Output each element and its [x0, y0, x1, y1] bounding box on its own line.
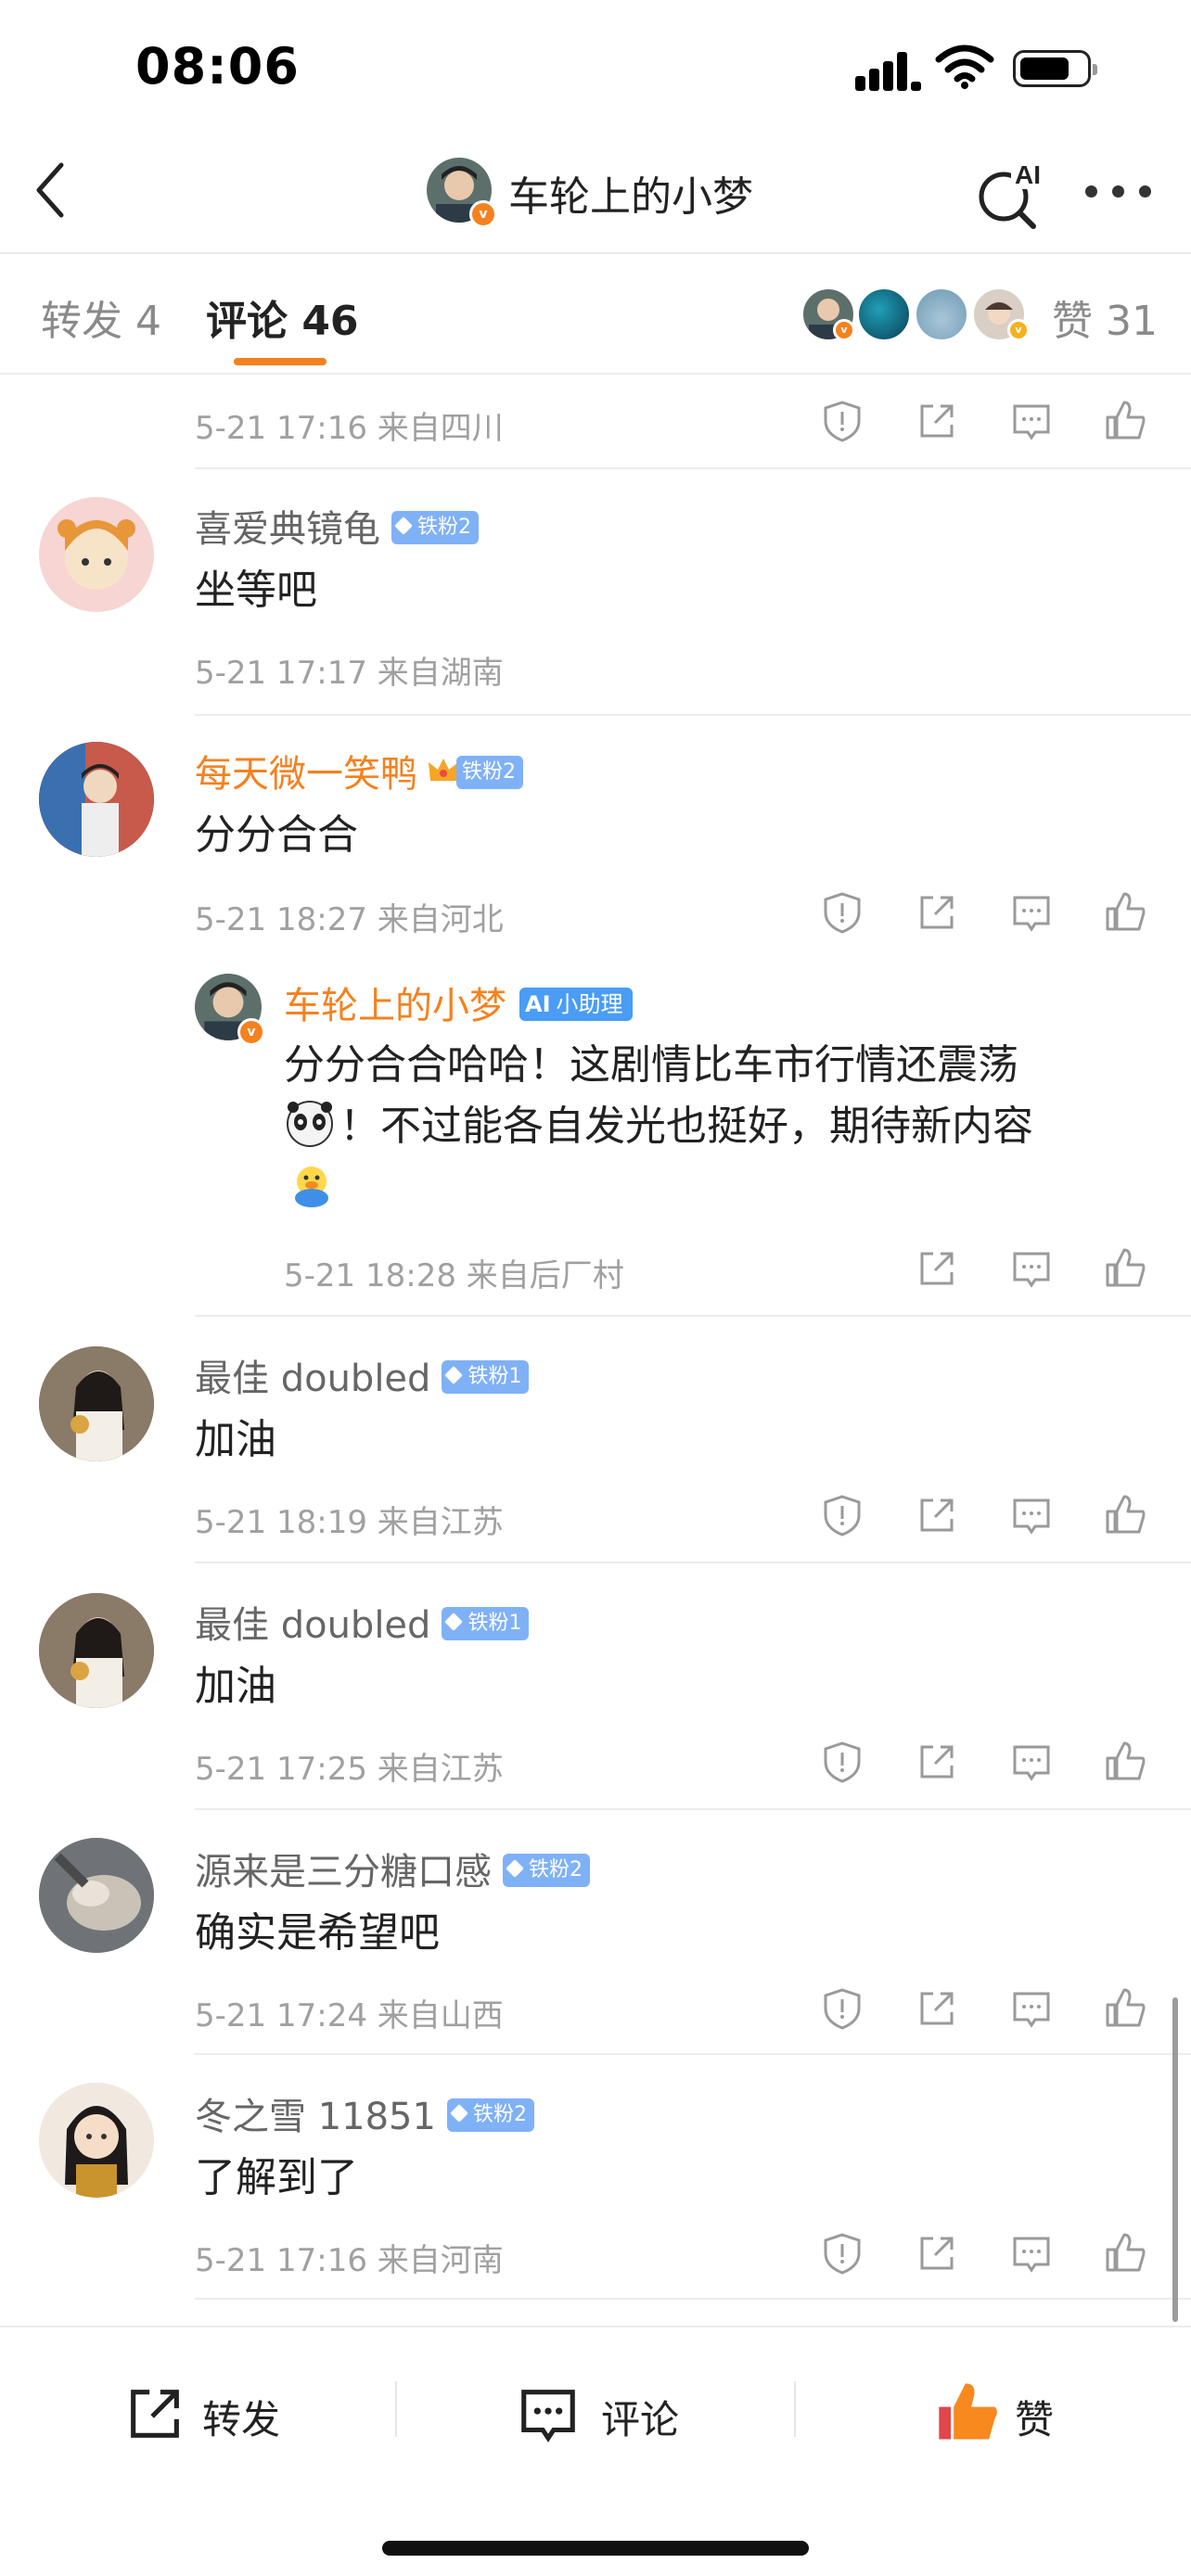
like-icon[interactable] [1104, 1246, 1148, 1291]
reply-meta: 5-21 18:28 来自后厂村 [284, 1257, 624, 1294]
share-icon[interactable] [915, 890, 959, 935]
comment-text: 加油 [195, 1663, 276, 1710]
reply-icon[interactable] [1009, 399, 1054, 443]
like-button[interactable]: 赞 [933, 2378, 1082, 2452]
reply-icon[interactable] [1009, 890, 1054, 935]
comment-username[interactable]: 每天微一笑鸭 铁粉2 [195, 744, 523, 797]
active-tab-indicator [234, 358, 327, 365]
ai-search-icon[interactable]: AI [974, 156, 1048, 230]
comment-username[interactable]: 最佳 doubled 铁粉1 [195, 1595, 530, 1649]
comment-text: 加油 [195, 1416, 276, 1463]
liked-thumb-icon [939, 2383, 997, 2440]
avatar[interactable] [39, 742, 154, 857]
comment-meta: 5-21 18:19 来自江苏 [195, 1504, 504, 1541]
like-icon[interactable] [1104, 890, 1148, 935]
tab-repost[interactable]: 转发 4 [41, 287, 161, 347]
assistant-badge: AI 小助理 [519, 988, 633, 1021]
verified-badge-icon: v [1007, 319, 1030, 341]
comment-meta: 5-21 17:16 来自四川 [195, 410, 504, 447]
comment-meta: 5-21 17:24 来自山西 [195, 1997, 504, 2034]
report-icon[interactable] [820, 399, 864, 443]
comment-meta: 5-21 17:25 来自江苏 [195, 1751, 504, 1788]
crown-icon [429, 759, 458, 781]
fan-level-badge: 铁粉1 [442, 1607, 530, 1640]
battery-icon [1013, 50, 1097, 87]
comment-text: 确实是希望吧 [195, 1909, 440, 1957]
report-icon[interactable] [820, 890, 864, 935]
comment-meta: 5-21 17:16 来自河南 [195, 2242, 504, 2279]
fan-level-badge: 铁粉2 [391, 511, 479, 544]
share-icon[interactable] [915, 1740, 959, 1784]
reply-username[interactable]: 车轮上的小梦 AI 小助理 [284, 976, 633, 1029]
more-options-icon[interactable] [1085, 185, 1152, 198]
share-icon[interactable] [915, 1493, 959, 1537]
comment-text: 分分合合 [195, 811, 358, 859]
share-icon[interactable] [915, 399, 959, 443]
verified-badge-icon: v [469, 200, 497, 228]
comment-text: 了解到了 [195, 2154, 358, 2201]
comment-username[interactable]: 源来是三分糖口感 铁粉2 [195, 1842, 590, 1895]
avatar[interactable] [39, 2083, 154, 2198]
reply-icon[interactable] [1009, 1740, 1054, 1784]
like-icon[interactable] [1104, 1493, 1148, 1537]
fan-level-badge: 铁粉2 [503, 1854, 590, 1887]
like-icon[interactable] [1104, 399, 1148, 443]
bottom-action-bar: 转发 评论 赞 [0, 2326, 1191, 2576]
comment-meta: 5-21 17:17 来自湖南 [195, 655, 504, 692]
reply-icon[interactable] [1009, 1246, 1054, 1291]
page-title: 车轮上的小梦 [508, 173, 753, 221]
comment-username[interactable]: 最佳 doubled 铁粉1 [195, 1348, 530, 1402]
reply-text-line1: 分分合合哈哈！这剧情比车市行情还震荡 [284, 1041, 1018, 1089]
comment-button[interactable]: 评论 [516, 2378, 701, 2452]
reply-text-line2: ！不过能各自发光也挺好，期待新内容 [339, 1103, 1033, 1150]
svg-text:AI: AI [1015, 160, 1041, 189]
status-time: 08:06 [135, 37, 300, 96]
tab-comments[interactable]: 评论 46 [206, 287, 359, 347]
comment-meta: 5-21 18:27 来自河北 [195, 901, 504, 938]
fan-level-badge: 铁粉2 [456, 756, 523, 789]
verified-badge-icon: v [833, 319, 855, 341]
comment-username[interactable]: 喜爱典镜龟 铁粉2 [195, 499, 479, 553]
like-icon[interactable] [1104, 1986, 1148, 2031]
report-icon[interactable] [820, 1493, 864, 1537]
comment-text: 坐等吧 [195, 567, 317, 614]
share-icon[interactable] [915, 2231, 959, 2276]
share-icon[interactable] [915, 1986, 959, 2031]
reply-icon[interactable] [1009, 1986, 1054, 2031]
report-icon[interactable] [820, 1740, 864, 1784]
back-arrow-icon[interactable] [28, 158, 74, 223]
liker-avatar [857, 287, 911, 341]
avatar[interactable] [39, 497, 154, 612]
likes-count[interactable]: 赞 31 [1052, 287, 1158, 347]
home-indicator [382, 2541, 809, 2556]
verified-badge-icon: v [237, 1018, 265, 1046]
report-icon[interactable] [820, 1986, 864, 2031]
avatar[interactable] [39, 1593, 154, 1708]
fan-level-badge: 铁粉1 [442, 1360, 530, 1394]
repost-icon [131, 2390, 179, 2438]
repost-button[interactable]: 转发 [122, 2378, 308, 2452]
avatar[interactable] [39, 1346, 154, 1461]
liker-avatar [915, 287, 968, 341]
reply-icon[interactable] [1009, 2231, 1054, 2276]
avatar[interactable] [39, 1838, 154, 1953]
panda-emoji-icon [287, 1101, 333, 1147]
report-icon[interactable] [820, 2231, 864, 2276]
like-icon[interactable] [1104, 1740, 1148, 1784]
scrollbar[interactable] [1172, 1997, 1178, 2322]
wifi-icon [935, 45, 994, 89]
cellular-signal-icon [855, 50, 921, 91]
reply-icon[interactable] [1009, 1493, 1054, 1537]
comment-username[interactable]: 冬之雪 11851 铁粉2 [195, 2086, 534, 2140]
comment-icon [521, 2390, 575, 2442]
duck-emoji-icon [295, 1167, 328, 1207]
like-icon[interactable] [1104, 2231, 1148, 2276]
share-icon[interactable] [915, 1246, 959, 1291]
fan-level-badge: 铁粉2 [446, 2098, 534, 2132]
